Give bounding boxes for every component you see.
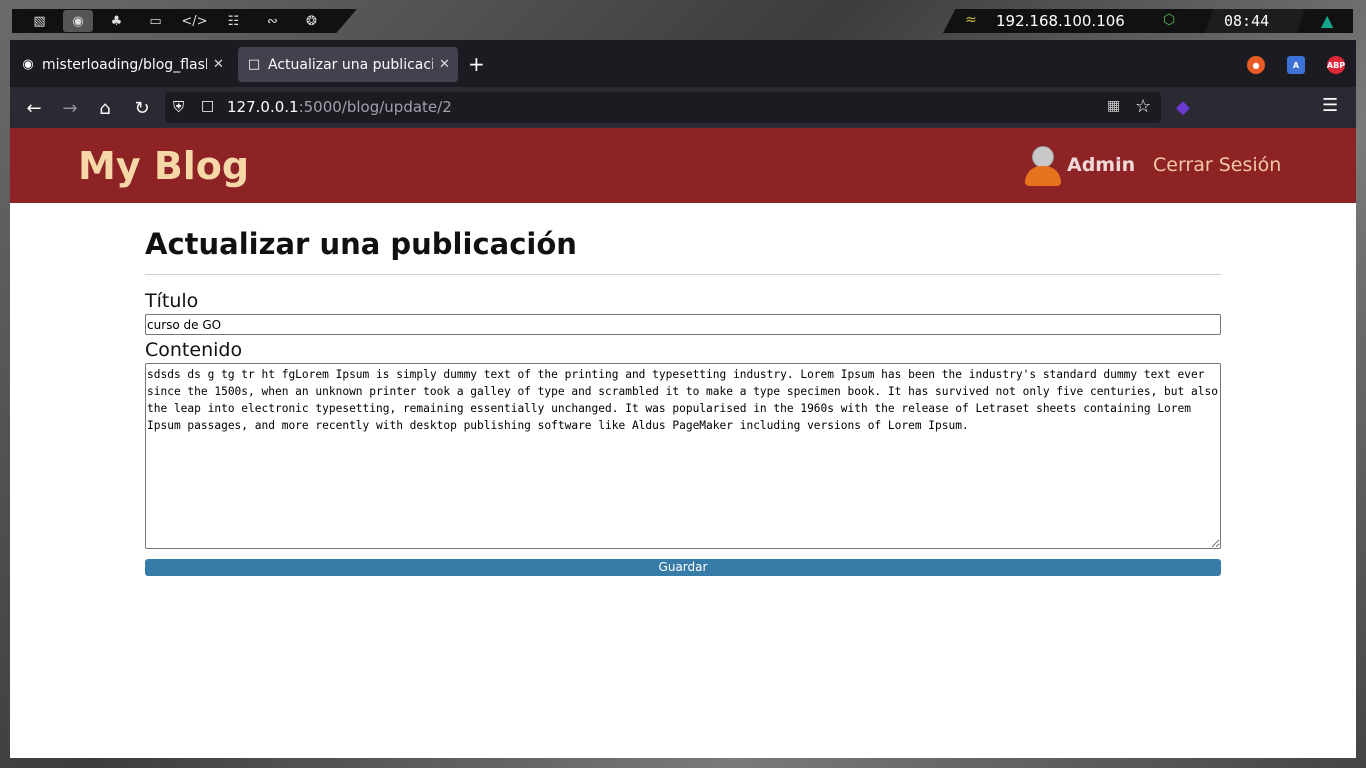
clock: 08:44	[1224, 12, 1270, 30]
status-area: ≈ 192.168.100.106 ⬡ 08:44 ▲	[943, 9, 1353, 33]
tab-title: misterloading/blog_flask	[42, 56, 207, 73]
wifi-icon: ≈	[965, 12, 977, 28]
ip-address: 192.168.100.106	[996, 12, 1125, 30]
ubuntu-icon[interactable]: ❂	[292, 10, 331, 32]
firefox-account-icon[interactable]: ●	[1247, 56, 1265, 74]
page-translate-icon[interactable]: ▦	[1107, 98, 1120, 114]
user-avatar-icon	[1024, 146, 1062, 186]
cube-icon: ⬡	[1163, 12, 1176, 28]
nav-bar: ← → ⌂ ↻ ⛨ □ 127.0.0.1:5000/blog/update/2…	[10, 87, 1356, 128]
folder-icon[interactable]: ▭	[136, 10, 175, 32]
debian-icon[interactable]: ∾	[253, 10, 292, 32]
menu-icon[interactable]: ☰	[1322, 95, 1338, 116]
site-header: My Blog Admin Cerrar Sesión	[10, 128, 1356, 203]
reload-icon[interactable]: ↻	[130, 96, 154, 120]
avatar-body	[1025, 166, 1061, 186]
tab-update-post[interactable]: □ Actualizar una publicación ✕	[238, 47, 458, 82]
firefox-icon[interactable]: ◉	[63, 10, 93, 32]
save-button[interactable]: Guardar	[145, 559, 1221, 576]
back-arrow-icon[interactable]: ←	[22, 96, 46, 120]
page-icon: □	[247, 57, 261, 72]
home-icon[interactable]: ⌂	[93, 96, 117, 120]
close-icon[interactable]: ✕	[439, 57, 450, 72]
github-icon: ◉	[22, 57, 34, 72]
url-bar[interactable]: ⛨ □ 127.0.0.1:5000/blog/update/2 ▦ ☆	[165, 92, 1161, 123]
bookmark-star-icon[interactable]: ☆	[1135, 96, 1151, 117]
new-tab-button[interactable]: +	[468, 54, 485, 74]
page-title: Actualizar una publicación	[145, 227, 577, 261]
close-icon[interactable]: ✕	[213, 57, 224, 72]
tab-github[interactable]: ◉ misterloading/blog_flask ✕	[12, 47, 234, 82]
page-info-icon[interactable]: □	[201, 98, 214, 114]
title-label: Título	[145, 290, 199, 312]
user-name: Admin	[1067, 154, 1136, 176]
forward-arrow-icon[interactable]: →	[58, 96, 82, 120]
terminal-icon[interactable]: ▧	[20, 10, 59, 32]
browser-window: ◉ misterloading/blog_flask ✕ □ Actualiza…	[10, 40, 1356, 758]
divider	[145, 274, 1221, 275]
avatar-head	[1032, 146, 1054, 168]
site-brand[interactable]: My Blog	[78, 144, 249, 188]
proton-vpn-icon[interactable]: ◆	[1176, 97, 1190, 118]
docker-icon[interactable]: ☷	[214, 10, 253, 32]
title-input[interactable]	[145, 314, 1221, 335]
workspace-switcher: ▧ ◉ ♣ ▭ </> ☷ ∾ ❂	[12, 9, 357, 33]
translate-icon[interactable]: A	[1287, 56, 1305, 74]
tab-bar: ◉ misterloading/blog_flask ✕ □ Actualiza…	[10, 40, 1356, 87]
content-label: Contenido	[145, 339, 243, 361]
system-bar: ▧ ◉ ♣ ▭ </> ☷ ∾ ❂ ≈ 192.168.100.106 ⬡ 08…	[0, 0, 1366, 40]
cherry-icon[interactable]: ♣	[97, 10, 136, 32]
abp-icon[interactable]: ABP	[1327, 56, 1345, 74]
logout-link[interactable]: Cerrar Sesión	[1153, 154, 1281, 176]
url-path: :5000/blog/update/2	[298, 98, 452, 116]
code-icon[interactable]: </>	[175, 10, 214, 32]
tab-title: Actualizar una publicación	[268, 56, 433, 73]
url-host: 127.0.0.1	[227, 98, 299, 116]
arch-logo-icon[interactable]: ▲	[1321, 11, 1333, 30]
shield-icon[interactable]: ⛨	[173, 98, 184, 116]
content-textarea[interactable]: sdsds ds g tg tr ht fgLorem Ipsum is sim…	[145, 363, 1221, 549]
url-text[interactable]: 127.0.0.1:5000/blog/update/2	[227, 98, 452, 116]
